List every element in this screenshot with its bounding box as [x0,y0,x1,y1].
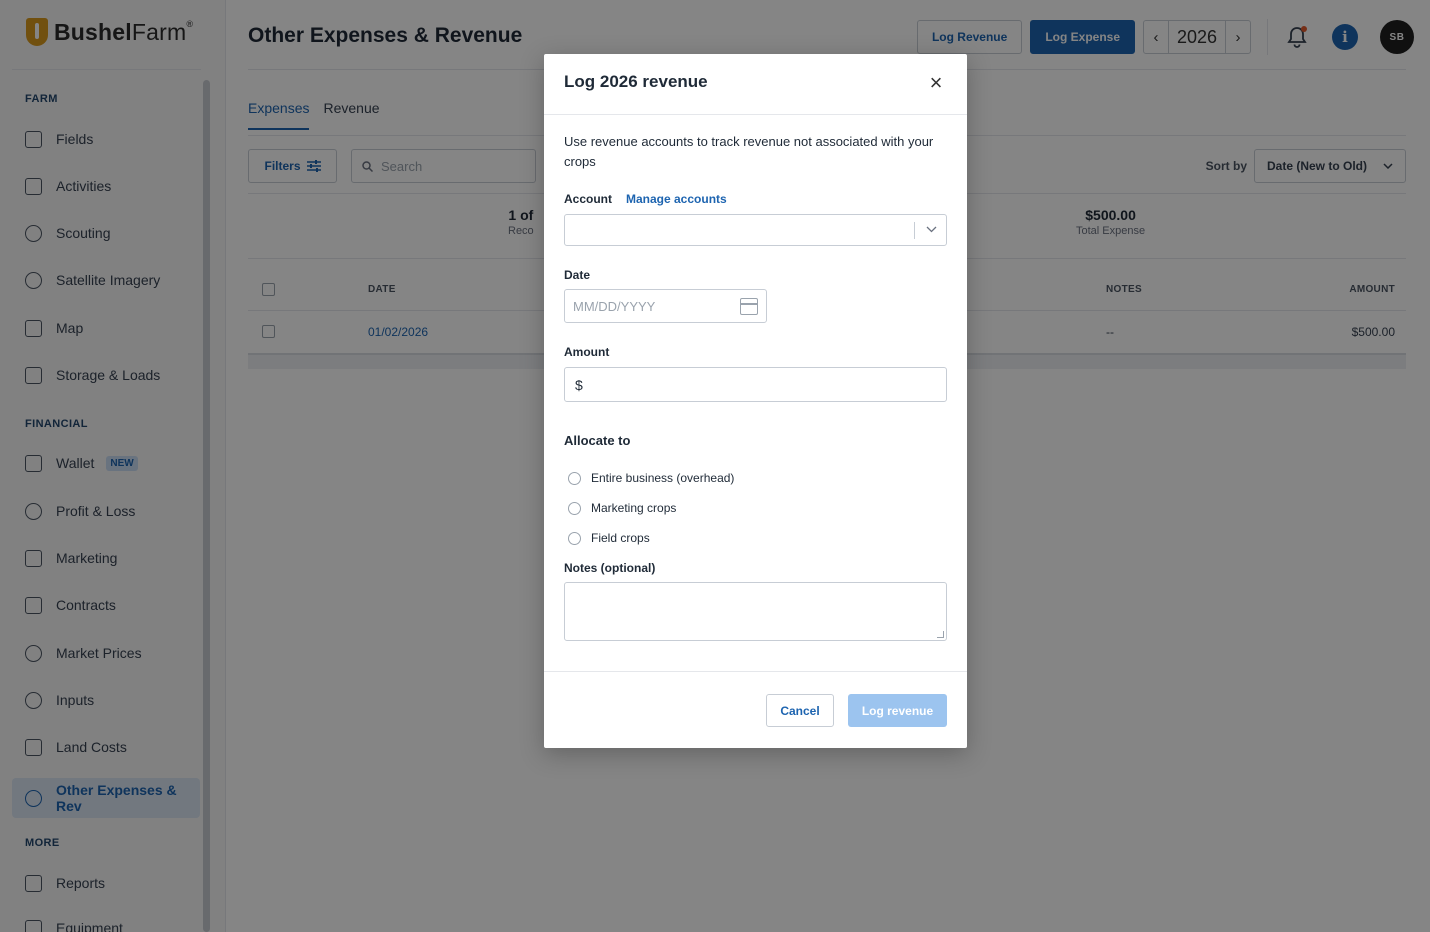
log-revenue-submit-button[interactable]: Log revenue [848,694,947,727]
amount-label: Amount [564,345,610,359]
cancel-button[interactable]: Cancel [766,694,834,727]
modal-header-divider [544,114,967,115]
modal-title: Log 2026 revenue [564,72,708,91]
date-label: Date [564,268,591,282]
date-field[interactable]: MM/DD/YYYY [564,289,767,323]
notes-label: Notes (optional) [564,561,656,575]
allocate-option-entire-business[interactable]: Entire business (overhead) [568,471,734,485]
radio-label: Marketing crops [591,501,677,515]
chevron-down-icon [926,226,937,233]
select-separator [914,222,915,239]
amount-field[interactable]: $ [564,367,947,402]
radio-label: Field crops [591,531,650,545]
currency-prefix: $ [575,376,583,393]
resize-handle-icon[interactable] [937,631,944,638]
radio-button[interactable] [568,531,581,545]
date-placeholder: MM/DD/YYYY [573,298,656,314]
allocate-to-heading: Allocate to [564,433,631,448]
close-icon[interactable]: × [925,72,947,94]
allocate-option-marketing-crops[interactable]: Marketing crops [568,501,676,515]
calendar-icon[interactable] [740,298,758,315]
radio-button[interactable] [568,501,581,515]
modal-footer-divider [544,671,967,672]
allocate-option-field-crops[interactable]: Field crops [568,531,650,545]
notes-textarea[interactable] [564,582,947,641]
account-label: Account [564,192,612,206]
modal-description: Use revenue accounts to track revenue no… [564,134,934,169]
radio-button[interactable] [568,471,581,485]
account-select[interactable] [564,214,947,246]
radio-label: Entire business (overhead) [591,471,735,485]
manage-accounts-link[interactable]: Manage accounts [626,192,727,206]
log-revenue-modal: Log 2026 revenue × Use revenue accounts … [544,54,967,748]
